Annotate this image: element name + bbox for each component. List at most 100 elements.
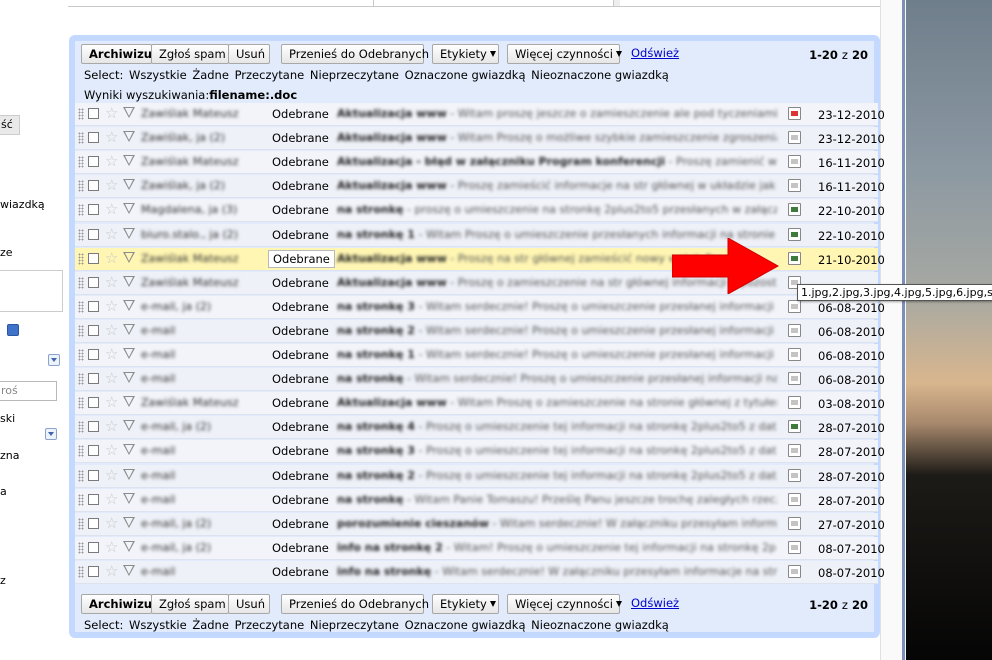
drag-handle-icon[interactable]	[78, 180, 84, 193]
importance-marker-icon[interactable]	[123, 492, 135, 504]
importance-marker-icon[interactable]	[123, 348, 135, 359]
importance-marker-icon[interactable]	[123, 396, 135, 408]
sidebar-item-selected[interactable]: ść	[0, 115, 20, 135]
move-to-inbox-button[interactable]: Przenieś do Odebranych	[281, 44, 429, 64]
drag-handle-icon[interactable]	[78, 276, 84, 289]
attachment-icon[interactable]	[788, 323, 801, 337]
email-subject[interactable]: na stronkę 3 - Proszę o umieszczenie tej…	[337, 444, 777, 457]
star-icon[interactable]: ☆	[105, 538, 118, 556]
email-row[interactable]: ☆ Zawiślak, ja (2) Odebrane Aktualizacja ww…	[75, 127, 885, 151]
email-row[interactable]: ☆ e-mail, ja (2) Odebrane na stronkę 4 - Pr…	[75, 416, 885, 440]
drag-handle-icon[interactable]	[78, 228, 84, 241]
email-row[interactable]: ☆ e-mail, ja (2) Odebrane na stronkę 3 - Wi…	[75, 295, 885, 319]
select-read-link[interactable]: Przeczytane	[235, 68, 305, 82]
email-row[interactable]: ☆ e-mail, ja (2) Odebrane porozumienie cies…	[75, 512, 885, 536]
star-icon[interactable]: ☆	[105, 514, 118, 532]
star-icon[interactable]: ☆	[105, 466, 118, 484]
importance-marker-icon[interactable]	[123, 564, 135, 576]
email-label[interactable]: Odebrane	[272, 541, 329, 555]
star-icon[interactable]: ☆	[105, 346, 118, 363]
attachment-icon[interactable]	[788, 227, 801, 241]
importance-marker-icon[interactable]	[123, 299, 135, 311]
email-checkbox[interactable]	[88, 132, 99, 144]
select-all-link[interactable]: Wszystkie	[129, 68, 187, 82]
email-label[interactable]: Odebrane	[272, 565, 329, 579]
archive-button[interactable]: Archiwizuj	[81, 594, 156, 614]
select-none-link[interactable]: Żadne	[192, 68, 229, 82]
email-checkbox[interactable]	[88, 517, 99, 529]
email-row[interactable]: ☆ e-mail Odebrane na stronkę 2 - Witam serd…	[75, 319, 885, 343]
sidebar-search-input[interactable]: roś	[0, 381, 57, 401]
importance-marker-icon[interactable]	[123, 131, 135, 143]
star-icon[interactable]: ☆	[105, 394, 118, 411]
email-label[interactable]: Odebrane	[272, 517, 329, 531]
email-row[interactable]: ☆ e-mail Odebrane na stronkę 1 - Witam serd…	[75, 344, 885, 367]
email-label[interactable]: Odebrane	[272, 228, 329, 242]
email-subject[interactable]: na stronkę 1 - Witam serdecznie! Proszę …	[337, 348, 777, 361]
delete-button[interactable]: Usuń	[228, 44, 270, 64]
email-row[interactable]: ☆ e-mail Odebrane na stronkę - Witam Panie …	[75, 488, 885, 512]
email-checkbox[interactable]	[88, 397, 99, 409]
email-checkbox[interactable]	[88, 204, 99, 216]
email-label[interactable]: Odebrane	[268, 249, 335, 268]
delete-button[interactable]: Usuń	[228, 594, 270, 614]
select-none-link[interactable]: Żadne	[192, 618, 229, 632]
drag-handle-icon[interactable]	[78, 469, 84, 482]
drag-handle-icon[interactable]	[78, 132, 84, 145]
archive-button[interactable]: Archiwizuj	[81, 44, 156, 64]
sidebar-item[interactable]: zna	[0, 449, 20, 462]
email-label[interactable]: Odebrane	[272, 348, 329, 362]
drag-handle-icon[interactable]	[78, 373, 84, 386]
attachment-icon[interactable]	[788, 299, 801, 313]
importance-marker-icon[interactable]	[123, 444, 135, 456]
email-subject[interactable]: Aktualizacja www - Witam Proszę o zamies…	[337, 396, 777, 409]
importance-marker-icon[interactable]	[123, 468, 135, 480]
attachment-icon[interactable]	[788, 444, 801, 458]
star-icon[interactable]: ☆	[105, 297, 118, 315]
attachment-icon[interactable]	[788, 420, 801, 434]
importance-marker-icon[interactable]	[123, 155, 135, 167]
email-row[interactable]: ☆ Zawiślak, ja (2) Odebrane Aktualizacja ww…	[75, 175, 885, 199]
email-row[interactable]: ☆ Zawiślak Mateusz Odebrane Aktualizacja ww…	[75, 103, 885, 126]
attachment-icon[interactable]	[788, 131, 801, 145]
email-label[interactable]: Odebrane	[272, 396, 329, 410]
email-checkbox[interactable]	[88, 252, 99, 264]
drag-handle-icon[interactable]	[78, 252, 84, 265]
email-label[interactable]: Odebrane	[272, 203, 329, 217]
attachment-icon[interactable]	[788, 492, 801, 506]
drag-handle-icon[interactable]	[78, 517, 84, 530]
star-icon[interactable]: ☆	[105, 105, 118, 122]
star-icon[interactable]: ☆	[105, 418, 118, 435]
email-label[interactable]: Odebrane	[272, 131, 329, 145]
refresh-link[interactable]: Odśwież	[631, 596, 679, 610]
email-row[interactable]: ☆ e-mail, ja (2) Odebrane info na stronkę 2…	[75, 536, 885, 560]
email-checkbox[interactable]	[88, 421, 99, 433]
email-checkbox[interactable]	[88, 445, 99, 457]
drag-handle-icon[interactable]	[78, 108, 84, 120]
sidebar-item[interactable]: ski	[0, 412, 15, 425]
refresh-link[interactable]: Odśwież	[631, 46, 679, 60]
drag-handle-icon[interactable]	[78, 445, 84, 458]
email-checkbox[interactable]	[88, 565, 99, 577]
star-icon[interactable]: ☆	[105, 321, 118, 339]
email-subject[interactable]: porozumienie cieszanów - Witam serdeczni…	[337, 517, 777, 530]
star-icon[interactable]: ☆	[105, 153, 118, 170]
select-unread-link[interactable]: Nieprzeczytane	[310, 618, 399, 632]
attachment-icon[interactable]	[788, 251, 801, 265]
star-icon[interactable]: ☆	[105, 201, 118, 218]
email-row[interactable]: ☆ Zawiślak Mateusz Odebrane Aktualizacja ww…	[75, 392, 885, 416]
email-label[interactable]: Odebrane	[272, 444, 329, 458]
email-row[interactable]: ☆ Zawiślak Mateusz Odebrane Aktualizacja - …	[75, 151, 885, 175]
drag-handle-icon[interactable]	[78, 324, 84, 337]
importance-marker-icon[interactable]	[123, 251, 135, 263]
email-row[interactable]: ☆ Magdalena, ja (3) Odebrane na stronkę - p…	[75, 199, 885, 223]
star-icon[interactable]: ☆	[105, 370, 118, 387]
email-subject[interactable]: na stronkę - Witam serdecznie! Proszę o …	[337, 372, 777, 385]
sidebar-item[interactable]: z	[0, 574, 6, 587]
sidebar-item[interactable]: a	[0, 485, 7, 498]
email-checkbox[interactable]	[88, 541, 99, 553]
importance-marker-icon[interactable]	[123, 420, 135, 432]
email-label[interactable]: Odebrane	[272, 324, 329, 338]
star-icon[interactable]: ☆	[105, 249, 118, 267]
move-to-inbox-button[interactable]: Przenieś do Odebranych	[281, 594, 429, 614]
